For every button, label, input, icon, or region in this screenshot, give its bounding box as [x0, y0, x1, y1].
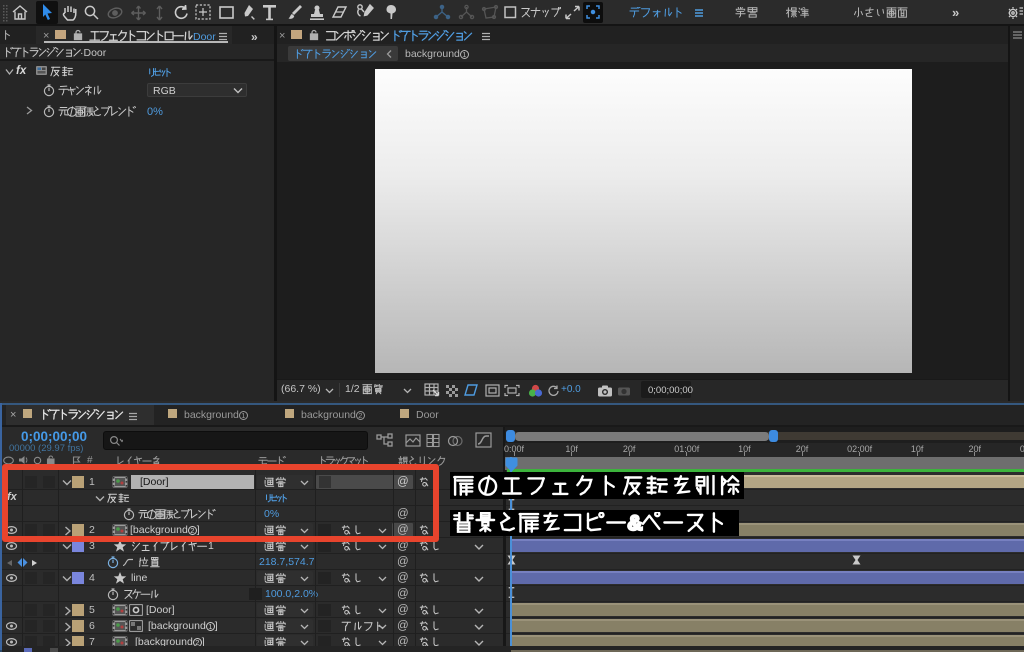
- svg-text:&: &: [627, 512, 642, 535]
